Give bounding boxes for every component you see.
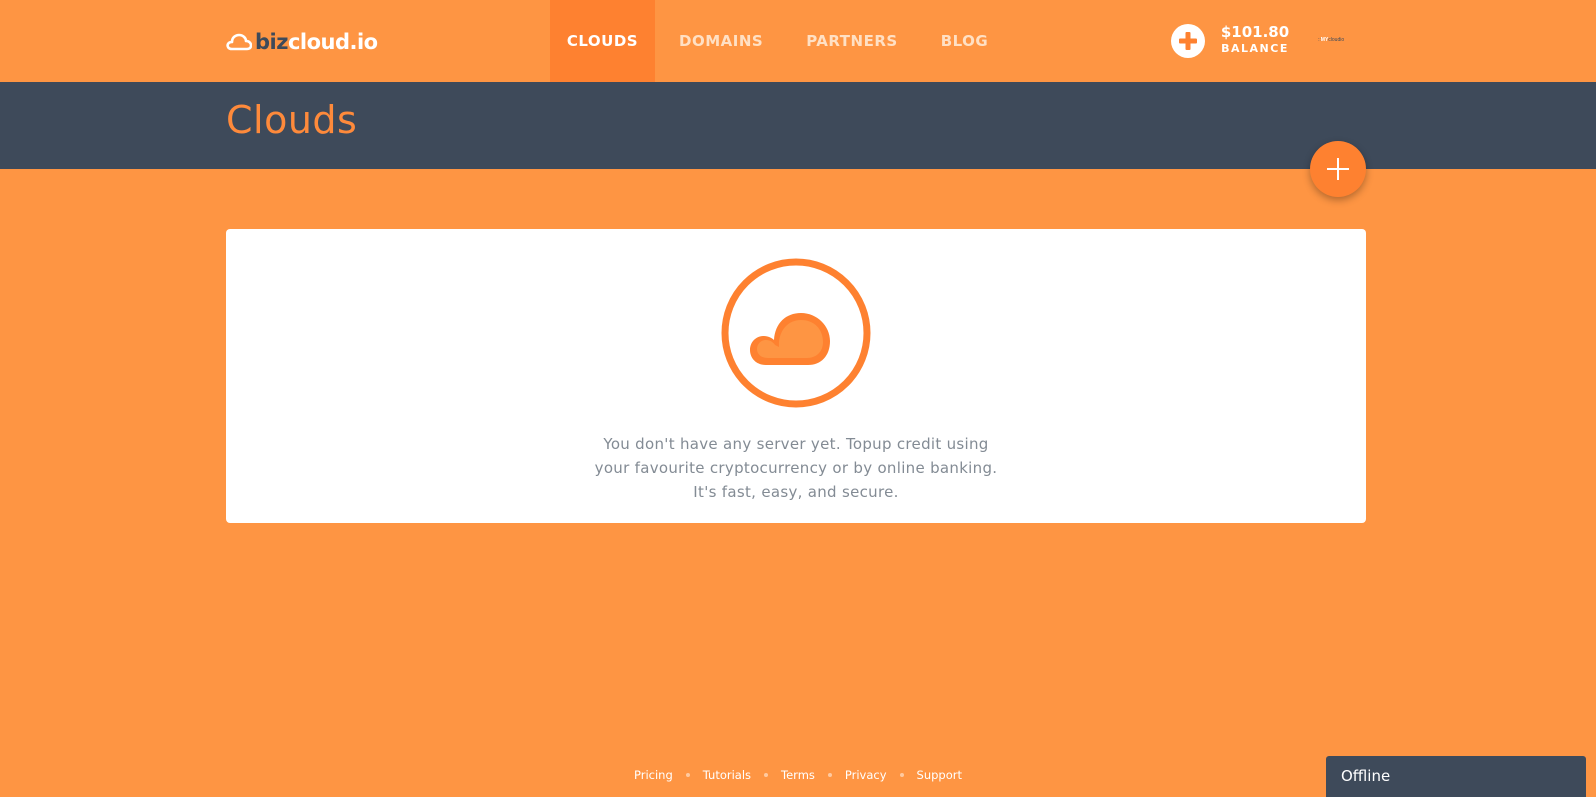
- empty-state-line-2: your favourite cryptocurrency or by onli…: [594, 459, 998, 477]
- logo-text-cloud: cloud.io: [287, 30, 378, 54]
- nav-domains[interactable]: DOMAINS: [661, 0, 781, 82]
- footer-link-tutorials[interactable]: Tutorials: [703, 768, 751, 782]
- page-title: Clouds: [226, 98, 358, 142]
- brand-logo[interactable]: bizcloud.io: [226, 28, 378, 56]
- footer-separator: [764, 773, 769, 777]
- chat-status: Offline: [1341, 767, 1391, 785]
- nav-clouds[interactable]: CLOUDS: [550, 0, 655, 82]
- footer-separator: [827, 773, 832, 777]
- footer-link-privacy[interactable]: Privacy: [845, 768, 887, 782]
- plus-icon: [1179, 32, 1197, 50]
- balance-label: BALANCE: [1221, 42, 1289, 55]
- footer-separator: [899, 773, 904, 777]
- nav-blog[interactable]: BLOG: [923, 0, 1007, 82]
- footer-link-terms[interactable]: Terms: [781, 768, 815, 782]
- balance-amount: $101.80: [1220, 23, 1290, 41]
- nav-partners[interactable]: PARTNERS: [788, 0, 916, 82]
- empty-state-message: You don't have any server yet. Topup cre…: [226, 432, 1366, 504]
- cloud-icon: [721, 258, 871, 408]
- footer-link-support[interactable]: Support: [917, 768, 962, 782]
- logo-text-biz: biz: [255, 30, 288, 54]
- footer-separator: [685, 773, 690, 777]
- add-cloud-button[interactable]: [1310, 141, 1366, 197]
- main-nav: CLOUDS DOMAINS PARTNERS BLOG: [550, 0, 1006, 82]
- avatar-rest: cloudio: [1328, 37, 1345, 43]
- chat-widget[interactable]: Offline: [1326, 756, 1586, 797]
- empty-state-line-1: You don't have any server yet. Topup cre…: [603, 435, 989, 453]
- balance-display[interactable]: $101.80 BALANCE: [1220, 23, 1290, 57]
- user-avatar[interactable]: ::MYcloudio: [1318, 34, 1354, 46]
- cloud-logo-icon: [226, 33, 252, 51]
- empty-state-line-3: It's fast, easy, and secure.: [693, 483, 899, 501]
- empty-state-card: You don't have any server yet. Topup cre…: [226, 229, 1366, 523]
- plus-icon: [1327, 158, 1349, 180]
- footer-link-pricing[interactable]: Pricing: [634, 768, 673, 782]
- top-navbar: bizcloud.io CLOUDS DOMAINS PARTNERS BLOG…: [0, 0, 1596, 82]
- topup-button[interactable]: [1171, 24, 1205, 58]
